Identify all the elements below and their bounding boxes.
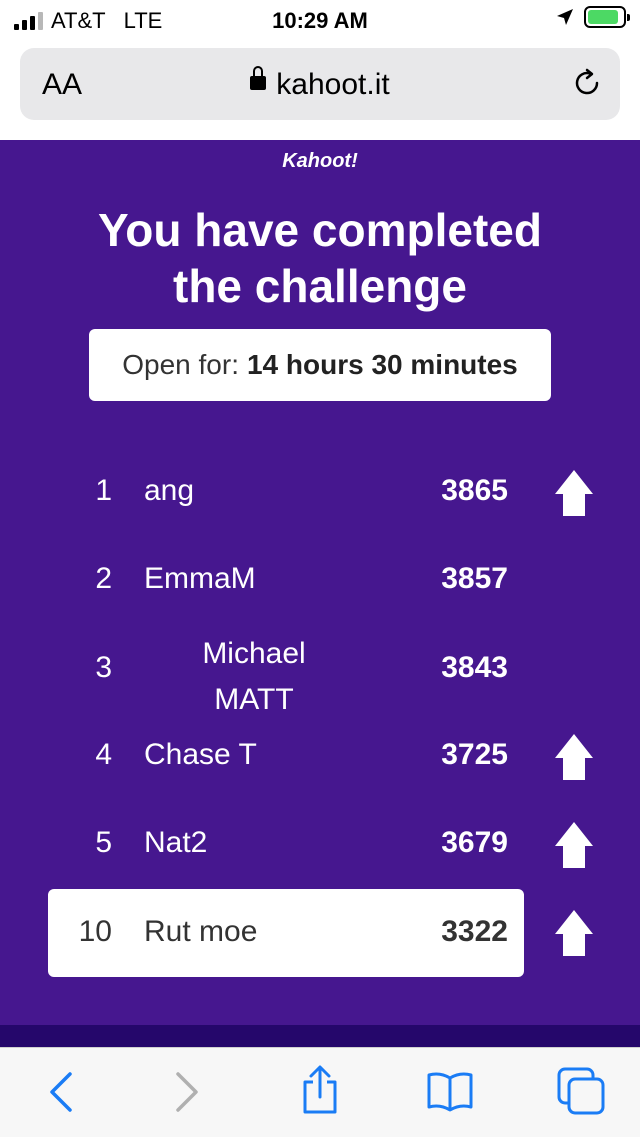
address-bar[interactable]: AA kahoot.it <box>20 48 620 120</box>
current-player-row: 10 Rut moe 3322 <box>48 889 524 977</box>
rank: 3 <box>95 651 112 684</box>
rank: 2 <box>95 562 112 595</box>
rank-up-arrow-icon <box>555 822 593 868</box>
leaderboard-row: 2 EmmaM 3857 <box>48 536 524 624</box>
reload-icon[interactable] <box>570 66 604 100</box>
url-display[interactable]: kahoot.it <box>20 66 620 102</box>
status-right <box>556 6 630 28</box>
score: 3857 <box>441 562 508 595</box>
bookmarks-icon[interactable] <box>426 1070 474 1112</box>
battery-icon <box>584 6 630 28</box>
score: 3679 <box>441 826 508 859</box>
browser-header: AA kahoot.it <box>0 40 640 140</box>
open-value: 14 hours 30 minutes <box>246 349 518 380</box>
open-duration-box: Open for: 14 hours 30 minutes <box>89 329 551 401</box>
player-name: Chase T <box>144 738 257 771</box>
challenge-results: Kahoot! You have completed the challenge… <box>0 140 640 1025</box>
rank: 5 <box>95 826 112 859</box>
player-name: Nat2 <box>144 826 208 859</box>
location-icon <box>557 9 573 25</box>
score: 3865 <box>441 474 508 507</box>
footer-strip <box>0 1025 640 1047</box>
player-name: EmmaM <box>144 562 256 595</box>
share-icon[interactable] <box>300 1064 340 1116</box>
player-name: ang <box>144 474 195 507</box>
player-name-line-1: Michael <box>202 637 306 670</box>
title-line-2: the challenge <box>173 260 467 312</box>
kahoot-logo: Kahoot! <box>282 150 358 172</box>
player-name: Michael MATT <box>144 631 364 723</box>
browser-toolbar <box>0 1047 640 1137</box>
rank: 4 <box>95 738 112 771</box>
leaderboard-row: 3 Michael MATT 3843 <box>48 625 524 716</box>
rank: 10 <box>78 915 112 948</box>
rank: 1 <box>95 474 112 507</box>
rank-up-arrow-icon <box>555 910 593 956</box>
title-line-1: You have completed <box>98 204 542 256</box>
page-title: You have completed the challenge <box>0 202 640 314</box>
score: 3725 <box>441 738 508 771</box>
status-time: 10:29 AM <box>272 8 368 33</box>
back-icon[interactable] <box>46 1070 76 1114</box>
rank-up-arrow-icon <box>555 470 593 516</box>
rank-up-arrow-icon <box>555 734 593 780</box>
leaderboard-row: 4 Chase T 3725 <box>48 712 524 800</box>
lock-icon <box>250 66 267 91</box>
leaderboard-row: 5 Nat2 3679 <box>48 800 524 888</box>
tabs-icon[interactable] <box>556 1066 606 1116</box>
player-name: Rut moe <box>144 915 258 948</box>
score: 3843 <box>441 651 508 684</box>
open-label: Open for: <box>122 349 239 380</box>
score: 3322 <box>441 915 508 948</box>
forward-icon[interactable] <box>172 1070 202 1114</box>
url-text: kahoot.it <box>276 68 390 101</box>
leaderboard-row: 1 ang 3865 <box>48 448 524 536</box>
status-bar: AT&T LTE 10:29 AM <box>0 0 640 40</box>
